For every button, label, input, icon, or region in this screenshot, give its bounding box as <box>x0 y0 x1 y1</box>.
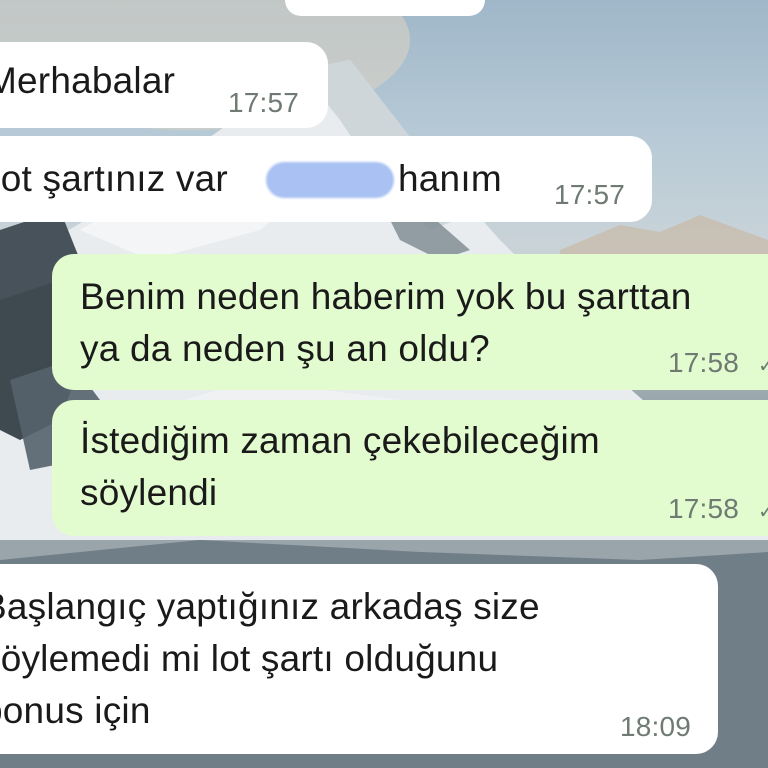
message-text: Lot şartınız var <box>0 158 228 199</box>
message-text: Merhabalar <box>0 60 176 101</box>
message-bubble-outgoing[interactable]: Benim neden haberim yok bu şarttan ya da… <box>52 254 768 390</box>
message-bubble-outgoing[interactable]: İstediğim zaman çekebileceğim söylendi 1… <box>52 400 768 536</box>
check-icon: ✓ <box>758 355 768 377</box>
redaction-mark <box>266 162 394 198</box>
message-text-line: söylendi <box>80 472 218 513</box>
message-timestamp: 17:58 <box>668 493 740 524</box>
message-text-line: bonus için <box>0 690 151 731</box>
message-timestamp: 18:09 <box>620 711 692 742</box>
message-text-line: Başlangıç yaptığınız arkadaş size <box>0 586 540 627</box>
partial-message-bubble <box>285 0 485 16</box>
message-bubble-incoming[interactable]: Lot şartınız var hanım 17:57 <box>0 136 652 222</box>
message-text-line: Benim neden haberim yok bu şarttan <box>80 276 692 317</box>
message-text-after-redaction: hanım <box>398 158 502 199</box>
message-timestamp: 17:57 <box>228 87 300 118</box>
message-bubble-incoming[interactable]: Merhabalar 17:57 <box>0 42 328 128</box>
message-timestamp: 17:57 <box>554 179 626 210</box>
message-timestamp: 17:58 <box>668 347 740 378</box>
message-text-line: ya da neden şu an oldu? <box>80 328 490 369</box>
message-text-line: İstediğim zaman çekebileceğim <box>80 420 600 461</box>
check-icon: ✓ <box>758 501 768 523</box>
message-bubble-incoming[interactable]: Başlangıç yaptığınız arkadaş size söylem… <box>0 564 718 754</box>
message-text-line: söylemedi mi lot şartı olduğunu <box>0 638 499 679</box>
